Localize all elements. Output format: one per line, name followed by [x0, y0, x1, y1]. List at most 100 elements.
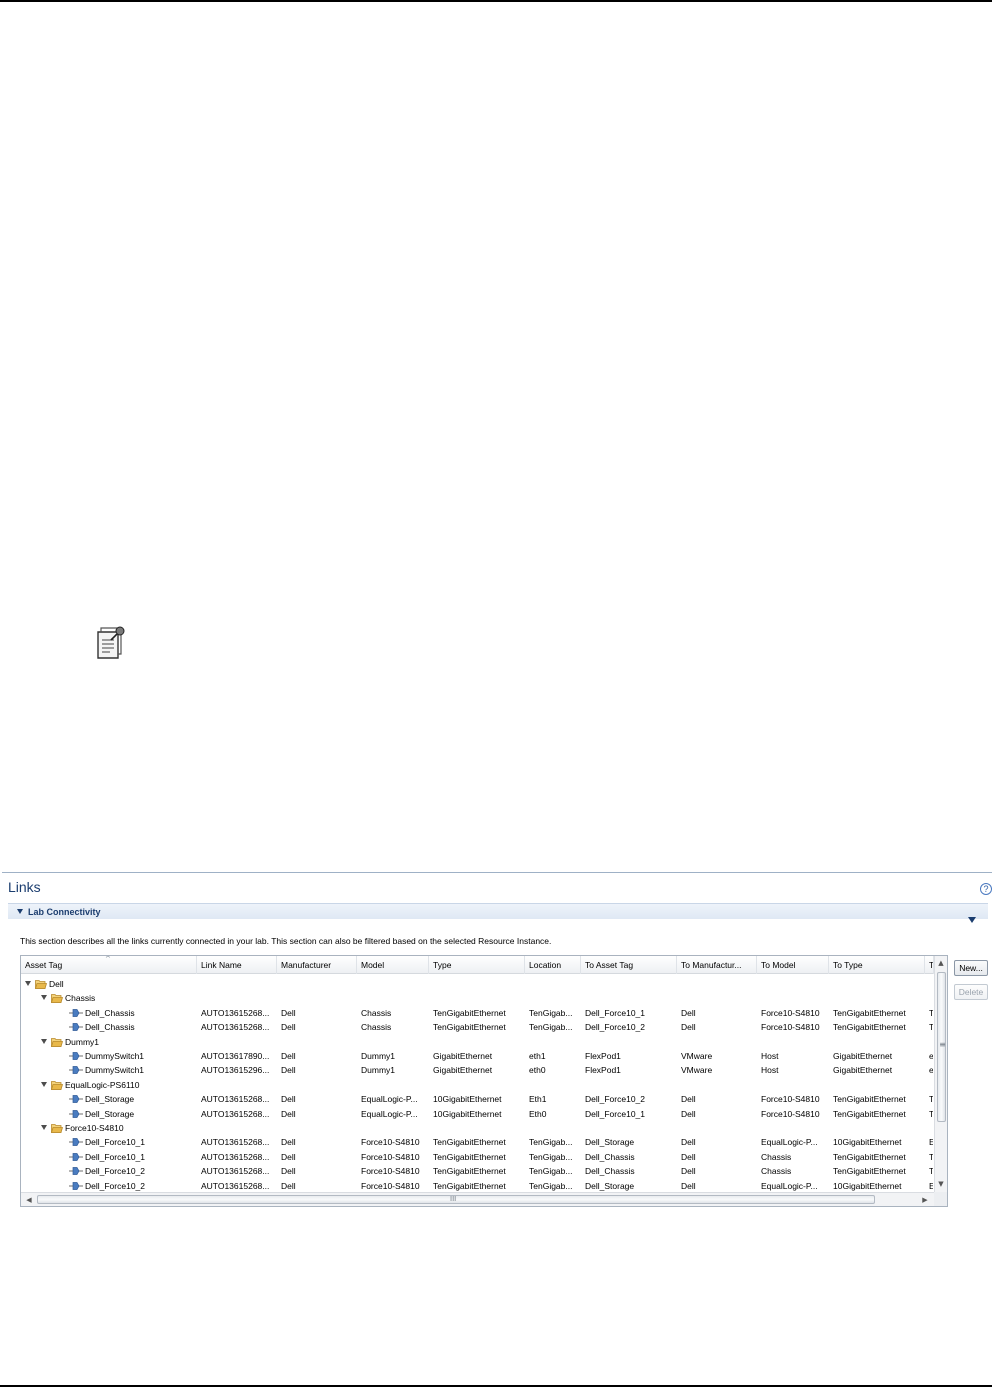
column-header-10[interactable]: T	[925, 956, 934, 974]
horizontal-scroll-thumb[interactable]: III	[37, 1195, 875, 1204]
table-cell-4: GigabitEthernet	[433, 1051, 493, 1061]
new-link-button[interactable]: New...	[954, 960, 988, 976]
table-cell-8	[761, 991, 828, 1005]
table-cell-1: AUTO13615268...	[201, 1108, 270, 1119]
tree-folder-row[interactable]: EqualLogic-PS6110	[21, 1078, 934, 1092]
column-header-8[interactable]: To Model	[757, 956, 829, 974]
column-header-2[interactable]: Manufacturer	[277, 956, 357, 974]
scroll-right-icon[interactable]: ▶	[919, 1194, 931, 1206]
links-panel: Links ? Lab Connectivity This section de…	[2, 872, 992, 1210]
asset-tag-cell: Dell_Chassis	[85, 1007, 135, 1018]
page-bottom-rule	[0, 1385, 992, 1387]
table-cell-8	[761, 977, 828, 991]
table-row[interactable]: Dell_Force10_1 AUTO13615268... Dell Force10…	[21, 1135, 934, 1149]
column-header-9[interactable]: To Type	[829, 956, 925, 974]
scroll-down-icon[interactable]: ▼	[935, 1178, 947, 1190]
scroll-up-icon[interactable]: ▲	[935, 957, 947, 969]
table-cell-1: AUTO13615268...	[201, 1137, 270, 1148]
help-icon[interactable]: ?	[980, 883, 992, 895]
table-cell-9: TenGigabitEthernet	[833, 1094, 906, 1105]
column-header-4[interactable]: Type	[429, 956, 525, 974]
table-cell-5: TenGigab...	[529, 1166, 573, 1177]
column-header-6[interactable]: To Asset Tag	[581, 956, 677, 974]
view-menu-dropdown-icon[interactable]	[968, 917, 976, 923]
table-row[interactable]: Dell_Force10_2 AUTO13615268... Dell Force10…	[21, 1164, 934, 1178]
table-row[interactable]: Dell_Force10_2 AUTO13615268... Dell Force10…	[21, 1179, 934, 1193]
table-row[interactable]: Dell_Chassis AUTO13615268... Dell Chassis Te…	[21, 1006, 934, 1020]
table-row[interactable]: Dell_Force10_1 AUTO13615268... Dell Force10…	[21, 1150, 934, 1164]
table-cell-2: Dell	[281, 1065, 296, 1076]
table-cell-9: 10GigabitEthernet	[833, 1180, 902, 1191]
column-header-5[interactable]: Location	[525, 956, 581, 974]
table-cell-8: Force10-S4810	[761, 1108, 820, 1119]
scrollbar-corner	[934, 1192, 947, 1206]
table-cell-10	[929, 1035, 933, 1049]
table-cell-9	[833, 1078, 924, 1092]
table-cell-9: TenGigabitEthernet	[833, 1166, 906, 1177]
table-cell-8: Chassis	[761, 1166, 792, 1177]
table-row[interactable]: DummySwitch1 AUTO13617890... Dell Dummy1 Gig…	[21, 1049, 934, 1063]
link-connector-icon	[69, 1066, 83, 1075]
table-cell-2: Dell	[281, 1007, 296, 1018]
table-row[interactable]: Dell_Storage AUTO13615268... Dell EqualLogi…	[21, 1107, 934, 1121]
scroll-left-icon[interactable]: ◀	[23, 1194, 35, 1206]
table-cell-10: e	[929, 1049, 933, 1063]
table-cell-6: Dell_Storage	[585, 1180, 635, 1191]
panel-title: Links	[8, 879, 41, 895]
expand-toggle-icon[interactable]	[25, 981, 31, 986]
table-cell-3: Force10-S4810	[361, 1180, 420, 1191]
asset-tag-cell: Dell_Storage	[85, 1094, 135, 1105]
expand-toggle-icon[interactable]	[41, 1081, 47, 1087]
table-cell-6	[585, 991, 676, 1005]
table-cell-1: AUTO13615268...	[201, 1151, 270, 1162]
asset-tag-cell: Dell_Chassis	[85, 1022, 135, 1033]
table-row[interactable]: Dell_Storage AUTO13615268... Dell EqualLogi…	[21, 1092, 934, 1106]
table-cell-7: Dell	[681, 1137, 696, 1148]
table-cell-6: Dell_Force10_1	[585, 1108, 646, 1119]
table-row[interactable]: Dell_Chassis AUTO13615268... Dell Chassis Te…	[21, 1020, 934, 1034]
delete-link-button[interactable]: Delete	[954, 984, 988, 1000]
table-cell-4: 10GigabitEthernet	[433, 1094, 502, 1105]
folder-open-icon	[51, 994, 63, 1004]
table-cell-6	[585, 977, 676, 991]
table-cell-3	[361, 991, 428, 1005]
link-connector-icon	[69, 1008, 83, 1017]
table-cell-8: EqualLogic-P...	[761, 1137, 818, 1148]
table-cell-4: TenGigabitEthernet	[433, 1180, 506, 1191]
table-cell-7: Dell	[681, 1166, 696, 1177]
column-header-1[interactable]: Link Name	[197, 956, 277, 974]
table-row[interactable]: DummySwitch1 AUTO13615296... Dell Dummy1 Gig…	[21, 1063, 934, 1077]
tree-folder-row[interactable]: Dummy1	[21, 1035, 934, 1049]
expand-toggle-icon[interactable]	[41, 1038, 47, 1044]
table-cell-6: Dell_Force10_2	[585, 1022, 646, 1033]
table-cell-5	[529, 1035, 580, 1049]
column-header-3[interactable]: Model	[357, 956, 429, 974]
table-cell-1	[201, 1078, 276, 1092]
expand-toggle-icon[interactable]	[41, 995, 47, 1001]
table-cell-3	[361, 1121, 428, 1135]
horizontal-scrollbar[interactable]: ◀ III ▶	[21, 1192, 934, 1206]
vertical-scroll-thumb[interactable]: ≡	[937, 972, 946, 1122]
expand-toggle-icon[interactable]	[41, 1125, 47, 1130]
tree-folder-row[interactable]: Dell	[21, 977, 934, 991]
table-cell-2: Dell	[281, 1151, 296, 1162]
table-cell-5	[529, 977, 580, 991]
link-connector-icon	[69, 1152, 83, 1161]
links-tree-table[interactable]: Asset Tag Link Name Manufacturer Model Type L…	[20, 955, 948, 1207]
table-cell-10: E	[929, 1179, 933, 1193]
table-cell-9: GigabitEthernet	[833, 1051, 893, 1061]
column-header-7[interactable]: To Manufactur...	[677, 956, 757, 974]
folder-open-icon	[51, 1124, 63, 1133]
table-cell-9: TenGigabitEthernet	[833, 1022, 906, 1033]
table-cell-3: Force10-S4810	[361, 1137, 420, 1148]
table-cell-3: EqualLogic-P...	[361, 1108, 418, 1119]
table-cell-10: T	[929, 1006, 933, 1020]
tree-folder-row[interactable]: Force10-S4810	[21, 1121, 934, 1135]
section-header-lab-connectivity[interactable]: Lab Connectivity	[8, 903, 988, 919]
folder-open-icon	[51, 1037, 63, 1047]
tree-folder-row[interactable]: Chassis	[21, 991, 934, 1005]
table-cell-4	[433, 1078, 524, 1092]
vertical-scrollbar[interactable]: ▲ ≡ ▼	[934, 956, 947, 1192]
collapse-triangle-icon[interactable]	[17, 909, 23, 914]
table-cell-5	[529, 991, 580, 1005]
